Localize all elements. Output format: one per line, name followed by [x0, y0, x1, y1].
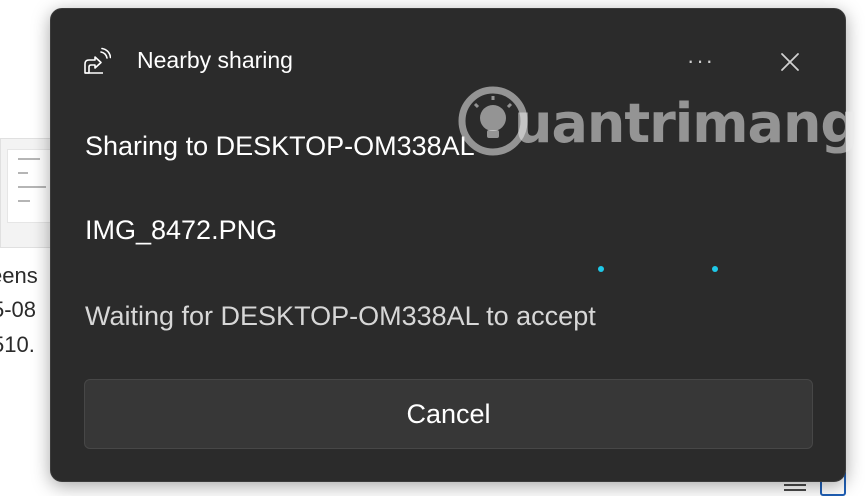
background-text-line-1: eens — [0, 263, 38, 288]
menu-lines-icon[interactable] — [784, 484, 806, 494]
progress-dot-1 — [598, 266, 604, 272]
nearby-share-icon — [84, 47, 111, 74]
close-icon[interactable] — [773, 45, 807, 79]
cancel-button[interactable]: Cancel — [84, 379, 813, 449]
sharing-to-label: Sharing to DESKTOP-OM338AL — [85, 131, 475, 161]
background-text-line-3: 510. — [0, 332, 35, 357]
status-text: Waiting for DESKTOP-OM338AL to accept — [85, 301, 596, 331]
file-name-label: IMG_8472.PNG — [85, 215, 278, 245]
more-options-button[interactable]: ··· — [679, 43, 723, 79]
nearby-sharing-dialog: Nearby sharing ··· Sharing to DESKTOP-OM… — [50, 8, 846, 482]
progress-dot-2 — [712, 266, 718, 272]
dialog-title: Nearby sharing — [137, 47, 293, 73]
background-text-line-2: 5-08 — [0, 297, 37, 322]
